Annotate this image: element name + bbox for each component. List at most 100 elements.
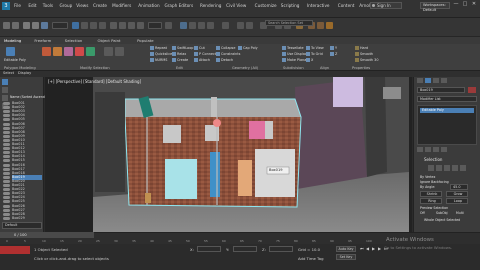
ribbon-tab-modeling[interactable]: Modeling xyxy=(4,38,21,43)
spinner-snap-icon[interactable] xyxy=(207,22,214,29)
close-button[interactable]: ✕ xyxy=(470,1,478,8)
ribbon-subdiv-use-displac--button[interactable]: Use Displac. xyxy=(282,52,308,56)
preview-subobj-radio[interactable]: SubObj xyxy=(436,211,448,215)
preview-off-radio[interactable]: Off xyxy=(420,211,425,215)
next-frame-icon[interactable]: ▶ xyxy=(378,246,381,251)
visibility-eye-icon[interactable] xyxy=(3,188,10,192)
visibility-eye-icon[interactable] xyxy=(3,114,10,118)
edge-icon[interactable] xyxy=(53,47,62,56)
menu-customize[interactable]: Customize xyxy=(255,3,277,8)
visibility-eye-icon[interactable] xyxy=(3,126,10,130)
visibility-eye-icon[interactable] xyxy=(3,138,10,142)
ribbon-edit-p-connect-button[interactable]: P Connect xyxy=(194,52,216,56)
select-filter-icon[interactable] xyxy=(52,22,68,29)
filter-geometry-icon[interactable] xyxy=(2,79,8,85)
undo-icon[interactable] xyxy=(3,22,10,29)
menu-file[interactable]: File xyxy=(14,3,21,8)
menu-graph-editors[interactable]: Graph Editors xyxy=(164,3,193,8)
visibility-eye-icon[interactable] xyxy=(3,130,10,134)
modify-tab-icon[interactable] xyxy=(425,78,431,83)
filter-shapes-icon[interactable] xyxy=(2,87,8,93)
ribbon-group-edit[interactable]: Edit xyxy=(176,66,183,70)
display-menu[interactable]: Display xyxy=(18,71,31,75)
ribbon-props-hard-button[interactable]: Hard xyxy=(355,46,368,50)
visibility-eye-icon[interactable] xyxy=(3,106,10,110)
ribbon-group-modify-selection[interactable]: Modify Selection xyxy=(80,66,110,70)
bind-space-warp-icon[interactable] xyxy=(41,22,48,29)
shrink-selection-icon[interactable] xyxy=(115,47,124,56)
visibility-eye-icon[interactable] xyxy=(3,216,10,220)
polygon-icon[interactable] xyxy=(75,47,84,56)
add-time-tag[interactable]: Add Time Tag xyxy=(298,256,323,261)
object-name-field[interactable]: Box019 xyxy=(417,87,465,93)
ribbon-group-properties[interactable]: Properties xyxy=(352,66,370,70)
visibility-eye-icon[interactable] xyxy=(3,102,10,105)
mirror-icon[interactable] xyxy=(237,22,244,29)
rotate-icon[interactable] xyxy=(119,22,126,29)
polygon-mode-icon[interactable] xyxy=(452,165,458,171)
modifier-list-dropdown[interactable]: Modifier List xyxy=(417,96,477,102)
ribbon-subdiv-z-button[interactable]: Z xyxy=(330,52,337,56)
prev-frame-icon[interactable]: ◀ xyxy=(366,246,369,251)
ribbon-group-geometry-all-[interactable]: Geometry (All) xyxy=(232,66,258,70)
ribbon-edit-detach-button[interactable]: Detach xyxy=(216,58,233,62)
ribbon-subdiv-to-grid-button[interactable]: To Grid xyxy=(306,52,323,56)
loop-button[interactable]: Loop xyxy=(446,198,468,204)
menu-animation[interactable]: Animation xyxy=(138,3,159,8)
move-icon[interactable] xyxy=(110,22,117,29)
render-icon[interactable] xyxy=(326,22,333,29)
selection-region-icon[interactable] xyxy=(90,22,97,29)
visibility-eye-icon[interactable] xyxy=(3,155,10,159)
visibility-eye-icon[interactable] xyxy=(3,163,10,167)
align-icon[interactable] xyxy=(246,22,253,29)
ribbon-subdiv-make-planar-button[interactable]: Make Planar xyxy=(282,58,308,62)
create-tab-icon[interactable] xyxy=(417,78,423,83)
pivot-center-icon[interactable] xyxy=(165,22,172,29)
motion-tab-icon[interactable] xyxy=(441,78,447,83)
visibility-eye-icon[interactable] xyxy=(3,110,10,114)
select-menu[interactable]: Select xyxy=(3,71,14,75)
visibility-eye-icon[interactable] xyxy=(3,179,10,183)
search-selection-set[interactable]: Search Selection Set xyxy=(265,20,313,26)
ribbon-tab-object-paint[interactable]: Object Paint xyxy=(98,38,121,43)
ribbon-subdiv-y-button[interactable]: Y xyxy=(330,46,337,50)
filter-lights-icon[interactable] xyxy=(2,95,8,101)
menu-content[interactable]: Content xyxy=(338,3,355,8)
menu-edit[interactable]: Edit xyxy=(28,3,36,8)
pin-stack-icon[interactable] xyxy=(417,147,423,152)
menu-views[interactable]: Views xyxy=(76,3,88,8)
vertex-icon[interactable] xyxy=(42,47,51,56)
ribbon-edit-quickslice-button[interactable]: Quickslice xyxy=(150,52,172,56)
ribbon-edit-swiftloop-button[interactable]: SwiftLoop xyxy=(172,46,193,50)
show-end-result-icon[interactable] xyxy=(425,147,431,152)
scale-icon[interactable] xyxy=(128,22,135,29)
menu-rendering[interactable]: Rendering xyxy=(200,3,221,8)
element-mode-icon[interactable] xyxy=(460,165,466,171)
by-vertex-checkbox[interactable]: By Vertex xyxy=(420,175,435,179)
ribbon-props-smooth-30-button[interactable]: Smooth 30 xyxy=(355,58,378,62)
menu-scripting[interactable]: Scripting xyxy=(281,3,300,8)
ribbon-edit-nurms-button[interactable]: NURMS xyxy=(150,58,167,62)
ribbon-subdiv-tessellate-button[interactable]: Tessellate xyxy=(282,46,304,50)
maxscript-listener[interactable] xyxy=(0,246,30,254)
rendered-frame-icon[interactable] xyxy=(317,22,324,29)
angle-value-field[interactable]: 45.0 xyxy=(450,184,468,190)
window-crossing-icon[interactable] xyxy=(99,22,106,29)
menu-interactive[interactable]: Interactive xyxy=(307,3,330,8)
menu-group[interactable]: Group xyxy=(60,3,73,8)
ribbon-subdiv-x-button[interactable]: X xyxy=(306,58,313,62)
maximize-button[interactable]: □ xyxy=(461,1,469,8)
workspace-dropdown[interactable]: Workspaces: Default xyxy=(420,2,450,12)
visibility-eye-icon[interactable] xyxy=(3,134,10,138)
ribbon-props-smooth-button[interactable]: Smooth xyxy=(355,52,373,56)
visibility-eye-icon[interactable] xyxy=(3,122,10,126)
border-mode-icon[interactable] xyxy=(444,165,450,171)
select-by-name-icon[interactable] xyxy=(81,22,88,29)
ignore-backfacing-checkbox[interactable]: Ignore Backfacing xyxy=(420,180,449,184)
x-coordinate-field[interactable] xyxy=(197,246,221,252)
z-coordinate-field[interactable] xyxy=(269,246,293,252)
ribbon-edit-relax-button[interactable]: Relax xyxy=(172,52,186,56)
by-angle-label[interactable]: By Angle: xyxy=(420,185,435,189)
scene-row[interactable]: Box029 xyxy=(12,216,42,221)
shrink-button[interactable]: Shrink xyxy=(420,191,442,197)
